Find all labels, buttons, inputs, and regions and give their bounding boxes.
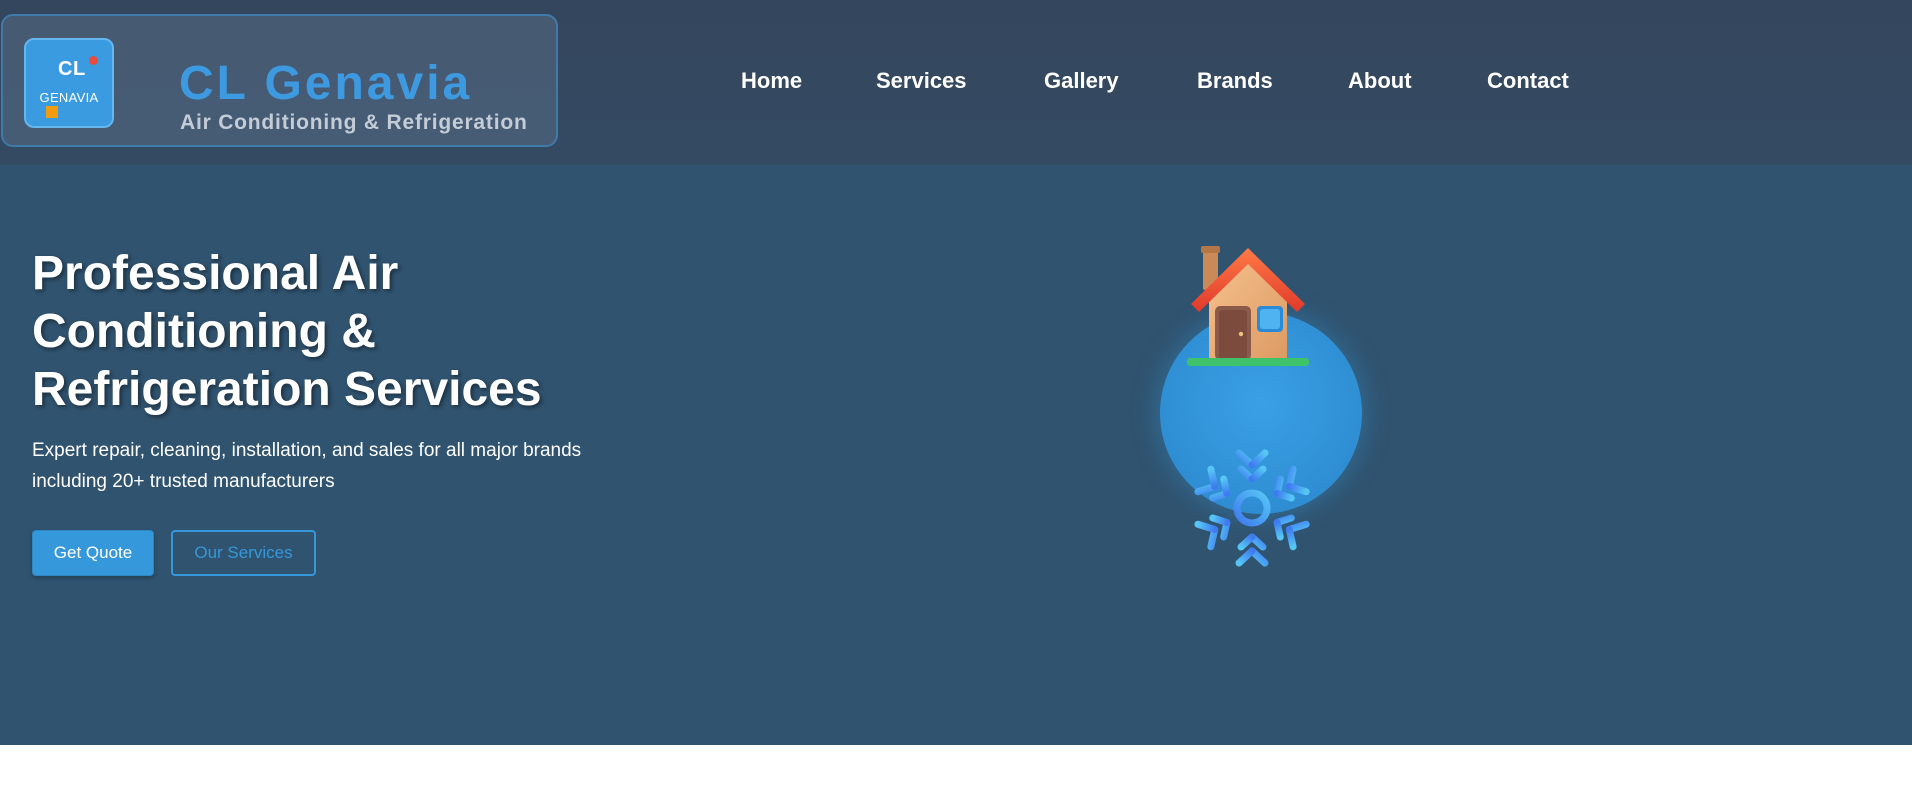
nav-about[interactable]: About — [1348, 66, 1412, 96]
logo-orange-square — [46, 106, 58, 118]
get-quote-button[interactable]: Get Quote — [32, 530, 154, 576]
nav-services[interactable]: Services — [876, 66, 967, 96]
our-services-button[interactable]: Our Services — [171, 530, 316, 576]
logo-red-dot — [89, 56, 98, 65]
hero-subtitle: Expert repair, cleaning, installation, a… — [32, 440, 582, 492]
hero-section: Professional Air Conditioning & Refriger… — [0, 165, 1912, 745]
nav-home[interactable]: Home — [741, 66, 802, 96]
nav-contact[interactable]: Contact — [1487, 66, 1569, 96]
nav-brands[interactable]: Brands — [1197, 66, 1273, 96]
hero-title: Professional Air Conditioning & Refriger… — [32, 247, 542, 416]
brand-tagline: Air Conditioning & Refrigeration — [180, 111, 528, 134]
house-icon — [1187, 246, 1309, 366]
main-nav: Home Services Gallery Brands About Conta… — [0, 66, 1912, 96]
site-header: CL GENAVIA CL Genavia Air Conditioning &… — [0, 0, 1912, 165]
nav-gallery[interactable]: Gallery — [1044, 66, 1119, 96]
snowflake-icon — [1187, 445, 1317, 573]
